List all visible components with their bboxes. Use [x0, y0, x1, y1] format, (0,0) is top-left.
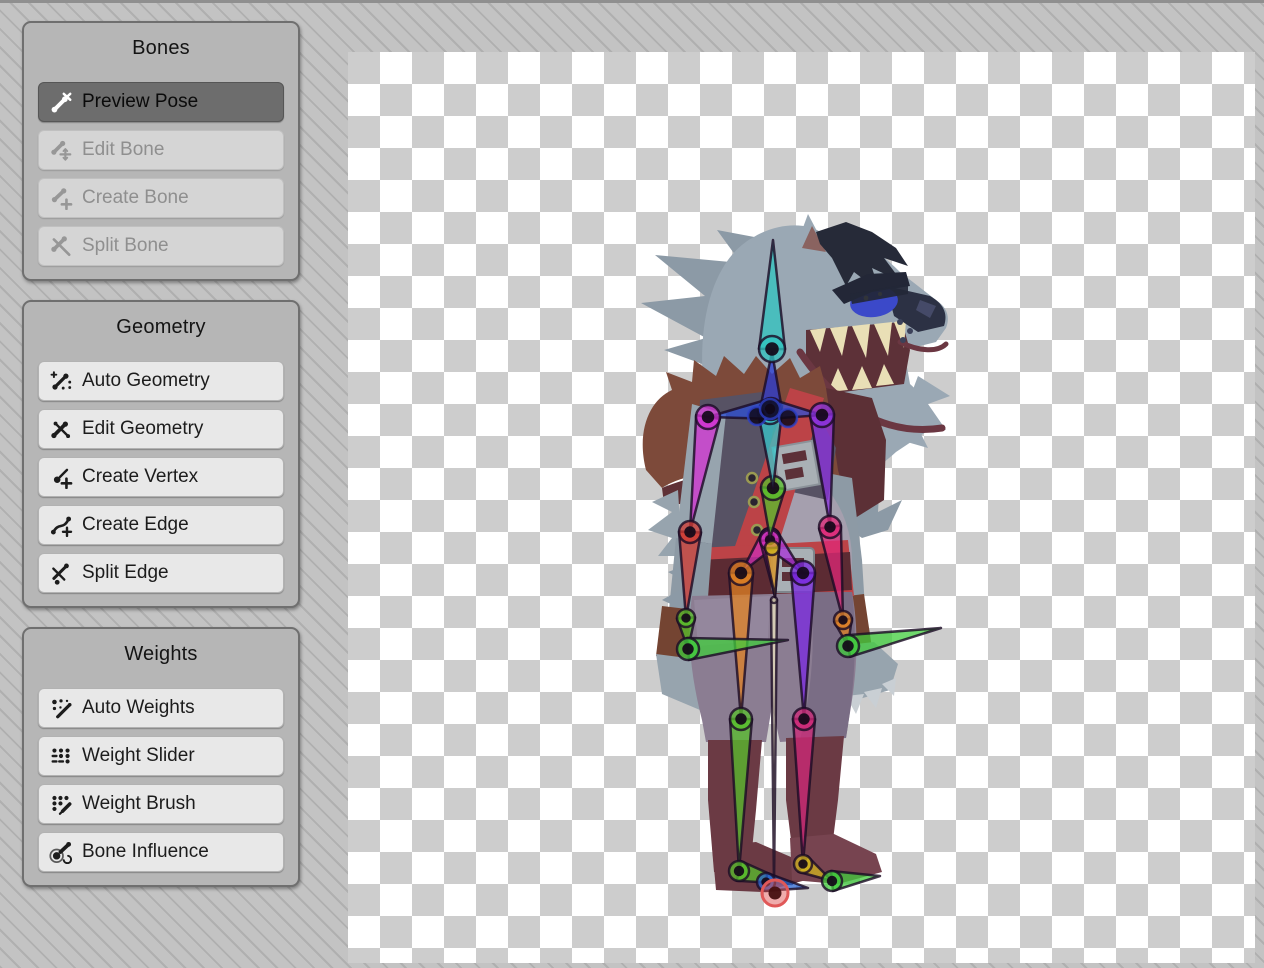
weight-brush-button[interactable]: Weight Brush	[38, 784, 284, 824]
create-bone-button[interactable]: Create Bone	[38, 178, 284, 218]
edit-bone-button[interactable]: Edit Bone	[38, 130, 284, 170]
button-label: Auto Weights	[82, 697, 195, 719]
button-label: Weight Brush	[82, 793, 196, 815]
panel-title-geometry: Geometry	[38, 314, 284, 340]
weight-slider-icon	[49, 744, 73, 768]
edit-geometry-button[interactable]: Edit Geometry	[38, 409, 284, 449]
preview-pose-button[interactable]: Preview Pose	[38, 82, 284, 122]
button-label: Create Bone	[82, 187, 189, 209]
button-label: Auto Geometry	[82, 370, 210, 392]
window-top-edge	[0, 0, 1264, 3]
auto-geometry-button[interactable]: Auto Geometry	[38, 361, 284, 401]
panel-geometry: Geometry Auto Geometry Edit Geometry Create…	[22, 300, 300, 608]
auto-weights-icon	[49, 696, 73, 720]
split-edge-icon	[49, 561, 73, 585]
weight-slider-button[interactable]: Weight Slider	[38, 736, 284, 776]
split-edge-button[interactable]: Split Edge	[38, 553, 284, 593]
button-label: Create Vertex	[82, 466, 198, 488]
create-vertex-icon	[49, 465, 73, 489]
bone-influence-icon	[49, 840, 73, 864]
bone-influence-button[interactable]: Bone Influence	[38, 832, 284, 872]
edit-geometry-icon	[49, 417, 73, 441]
button-label: Bone Influence	[82, 841, 209, 863]
create-edge-icon	[49, 513, 73, 537]
split-bone-icon	[49, 234, 73, 258]
create-bone-icon	[49, 186, 73, 210]
button-label: Split Bone	[82, 235, 169, 257]
canvas-viewport[interactable]	[348, 52, 1255, 963]
create-vertex-button[interactable]: Create Vertex	[38, 457, 284, 497]
weight-brush-icon	[49, 792, 73, 816]
panel-bones: Bones Preview Pose Edit Bone Create Bone Spl…	[22, 21, 300, 281]
button-label: Split Edge	[82, 562, 169, 584]
button-label: Preview Pose	[82, 91, 198, 113]
panel-title-weights: Weights	[38, 641, 284, 667]
create-edge-button[interactable]: Create Edge	[38, 505, 284, 545]
preview-pose-icon	[49, 90, 73, 114]
auto-geometry-icon	[49, 369, 73, 393]
button-label: Edit Bone	[82, 139, 164, 161]
panel-weights: Weights Auto Weights Weight Slider Weight B…	[22, 627, 300, 887]
button-label: Weight Slider	[82, 745, 195, 767]
button-label: Edit Geometry	[82, 418, 203, 440]
button-label: Create Edge	[82, 514, 189, 536]
split-bone-button[interactable]: Split Bone	[38, 226, 284, 266]
panel-title-bones: Bones	[38, 35, 284, 61]
edit-bone-icon	[49, 138, 73, 162]
bone-rig-editor: { "panels": [ { "id": "bones", "title": …	[0, 0, 1264, 968]
auto-weights-button[interactable]: Auto Weights	[38, 688, 284, 728]
